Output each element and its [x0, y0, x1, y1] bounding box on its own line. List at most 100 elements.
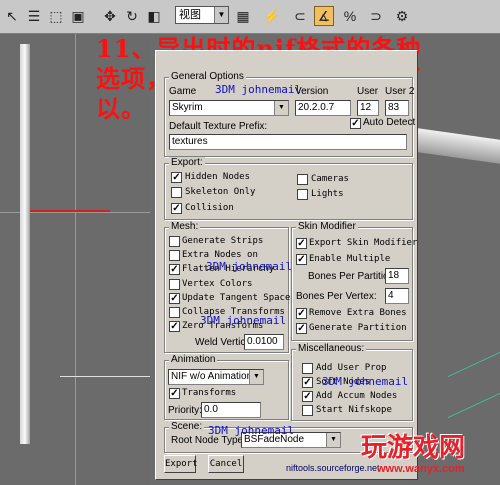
mesh-group: Mesh: Generate Strips Extra Nodes on ✓ F…	[164, 221, 291, 353]
scene-title: Scene:	[169, 421, 205, 432]
chevron-down-icon: ▼	[249, 370, 263, 384]
extra-nodes-label: Extra Nodes on	[182, 250, 258, 260]
animation-title: Animation	[169, 354, 218, 365]
axis-line	[60, 376, 150, 377]
sort-nodes-checkbox[interactable]: ✓	[302, 377, 313, 388]
select-by-name-icon[interactable]: ☰	[24, 6, 44, 26]
angle-snap-icon[interactable]: ∡	[314, 6, 334, 26]
snap-3d-icon[interactable]: ⊂	[290, 6, 310, 26]
priority-label: Priority:	[168, 405, 202, 416]
watermark-text: 3DM johnemail	[200, 314, 287, 327]
weld-vertices-field[interactable]: 0.0100	[244, 334, 284, 350]
version-field[interactable]: 20.2.0.7	[295, 100, 351, 116]
texture-prefix-field[interactable]: textures	[169, 134, 407, 150]
bones-partition-field[interactable]: 18	[385, 268, 409, 284]
export-skin-checkbox[interactable]: ✓	[296, 238, 307, 249]
texture-prefix-label: Default Texture Prefix:	[169, 121, 268, 132]
add-user-prop-checkbox[interactable]	[302, 363, 313, 374]
cameras-checkbox[interactable]	[297, 174, 308, 185]
rotate-icon[interactable]: ↻	[122, 6, 142, 26]
percent-snap-icon[interactable]: %	[340, 6, 360, 26]
vertex-colors-checkbox[interactable]	[169, 279, 180, 290]
chevron-down-icon: ▼	[214, 7, 228, 23]
cancel-button[interactable]: Cancel	[208, 455, 244, 473]
collision-label: Collision	[185, 203, 234, 213]
bones-vertex-field[interactable]: 4	[385, 288, 409, 304]
generate-strips-label: Generate Strips	[182, 236, 264, 246]
user-label: User	[357, 86, 379, 97]
start-nifskope-checkbox[interactable]	[302, 405, 313, 416]
priority-field[interactable]: 0.0	[201, 402, 261, 418]
enable-multiple-checkbox[interactable]: ✓	[296, 254, 307, 265]
chevron-down-icon: ▼	[274, 101, 288, 115]
auto-detect-checkbox[interactable]: ✓	[350, 118, 361, 129]
reference-coordinate-select[interactable]: 视图 ▼	[175, 6, 229, 24]
select-arrow-icon[interactable]: ↖	[2, 6, 22, 26]
bones-partition-label: Bones Per Partition:	[308, 271, 397, 282]
general-options-title: General Options	[169, 71, 246, 82]
export-group: Export: ✓ Hidden Nodes Skeleton Only ✓ C…	[164, 157, 413, 220]
scale-icon[interactable]: ◧	[144, 6, 164, 26]
add-user-prop-label: Add User Prop	[316, 363, 387, 373]
lights-label: Lights	[311, 189, 344, 199]
watermark-text: 3DM johnemail	[215, 83, 302, 96]
site-logo: 玩游戏网 www.wanyx.com	[355, 425, 500, 485]
user-field[interactable]: 12	[357, 100, 379, 116]
remove-extra-bones-checkbox[interactable]: ✓	[296, 308, 307, 319]
game-label: Game	[169, 86, 197, 97]
animation-group: Animation NIF w/o Animation ▼ ✓ Transfor…	[164, 354, 289, 420]
spinner-snap-icon[interactable]: ⊃	[366, 6, 386, 26]
export-button[interactable]: Export	[164, 455, 198, 473]
auto-detect-label: Auto Detect	[363, 117, 416, 127]
add-accum-nodes-checkbox[interactable]: ✓	[302, 391, 313, 402]
animation-mode-value: NIF w/o Animation	[171, 371, 253, 382]
mirror-icon[interactable]: ⚡	[262, 6, 282, 26]
generate-partition-checkbox[interactable]: ✓	[296, 323, 307, 334]
add-accum-nodes-label: Add Accum Nodes	[316, 391, 398, 401]
chevron-down-icon: ▼	[326, 433, 340, 447]
animation-mode-select[interactable]: NIF w/o Animation ▼	[168, 369, 264, 385]
move-icon[interactable]: ✥	[100, 6, 120, 26]
watermark-text: 3DM johnemail	[206, 260, 293, 273]
lights-checkbox[interactable]	[297, 189, 308, 200]
user2-label: User 2	[385, 86, 415, 97]
user2-field[interactable]: 83	[385, 100, 409, 116]
game-select[interactable]: Skyrim ▼	[169, 100, 289, 116]
miscellaneous-title: Miscellaneous:	[296, 343, 367, 354]
transforms-checkbox[interactable]: ✓	[169, 388, 180, 399]
update-tangent-label: Update Tangent Space	[182, 293, 291, 303]
skin-modifier-title: Skin Modifier	[296, 221, 358, 232]
collapse-transforms-checkbox[interactable]	[169, 307, 180, 318]
extra-nodes-checkbox[interactable]	[169, 250, 180, 261]
remove-extra-bones-label: Remove Extra Bones	[309, 308, 407, 318]
watermark-text: 3DM johnemail	[322, 375, 409, 388]
game-value: Skyrim	[172, 102, 203, 113]
flatten-hierarchy-checkbox[interactable]: ✓	[169, 264, 180, 275]
skeleton-only-checkbox[interactable]	[171, 187, 182, 198]
enable-multiple-label: Enable Multiple	[309, 254, 391, 264]
watermark-text: 3DM johnemail	[208, 424, 295, 437]
collision-checkbox[interactable]: ✓	[171, 203, 182, 214]
generate-strips-checkbox[interactable]	[169, 236, 180, 247]
main-toolbar: ↖ ☰ ⬚ ▣ ✥ ↻ ◧ 视图 ▼ ▦ ⚡ ⊂ ∡ % ⊃ ⚙	[0, 0, 500, 34]
bones-vertex-label: Bones Per Vertex:	[296, 291, 377, 302]
logo-url: www.wanyx.com	[377, 463, 465, 475]
window-crossing-icon[interactable]: ▣	[68, 6, 88, 26]
pivot-icon[interactable]: ▦	[233, 6, 253, 26]
vertex-colors-label: Vertex Colors	[182, 279, 253, 289]
transforms-label: Transforms	[182, 388, 237, 398]
grid-line	[75, 34, 76, 485]
cameras-label: Cameras	[311, 174, 349, 184]
zero-transforms-checkbox[interactable]: ✓	[169, 321, 180, 332]
skin-modifier-group: Skin Modifier ✓ Export Skin Modifier ✓ E…	[291, 221, 417, 341]
hidden-nodes-checkbox[interactable]: ✓	[171, 172, 182, 183]
export-title: Export:	[169, 157, 205, 168]
axis-gizmo	[448, 351, 500, 419]
named-selection-icon[interactable]: ⚙	[392, 6, 412, 26]
logo-title: 玩游戏网	[361, 433, 466, 463]
region-rect-icon[interactable]: ⬚	[46, 6, 66, 26]
start-nifskope-label: Start Nifskope	[316, 405, 392, 415]
view-select-value: 视图	[179, 9, 201, 21]
update-tangent-checkbox[interactable]: ✓	[169, 293, 180, 304]
sword-model	[20, 44, 30, 444]
